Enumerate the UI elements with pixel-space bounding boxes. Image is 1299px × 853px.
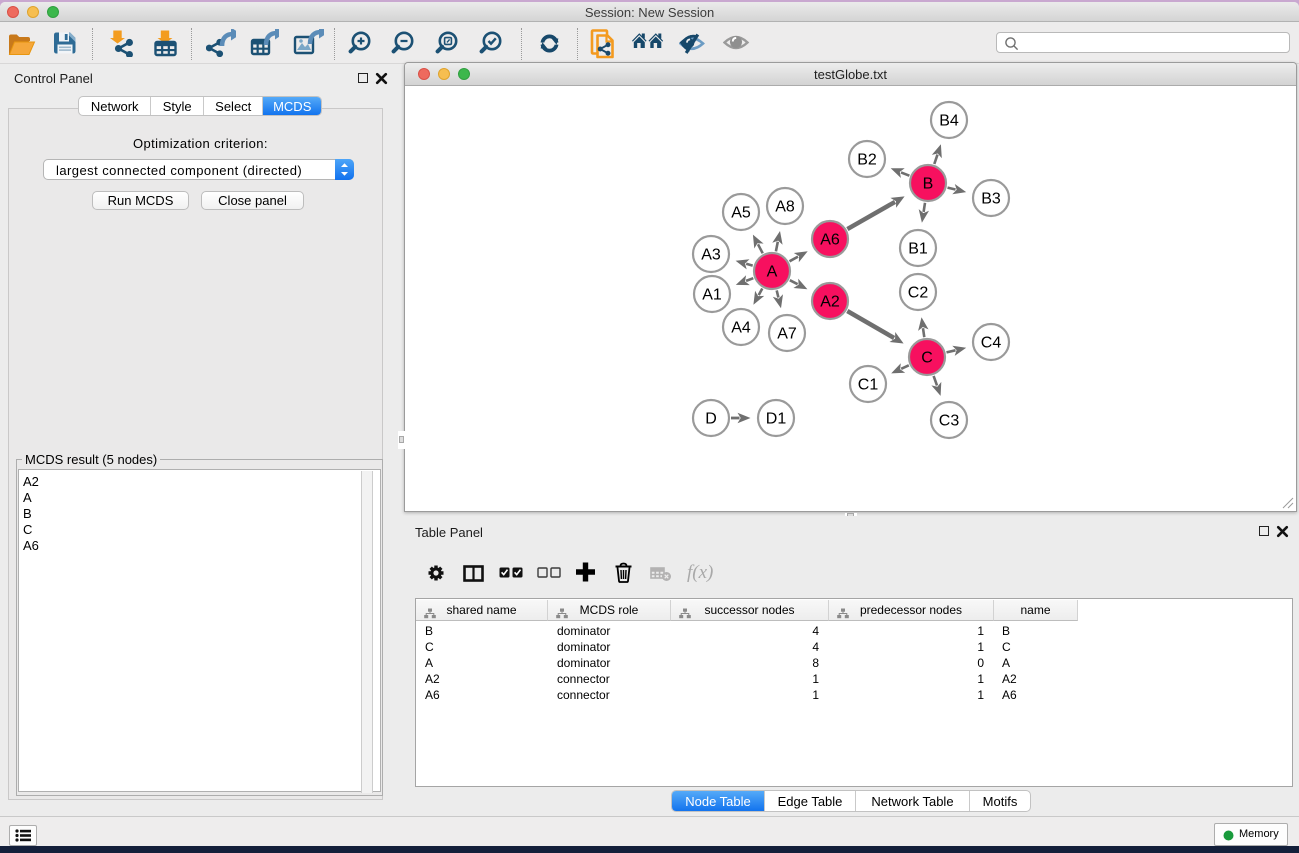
svg-text:B2: B2 xyxy=(857,152,877,169)
svg-text:A5: A5 xyxy=(731,205,751,222)
svg-text:A1: A1 xyxy=(702,287,722,304)
svg-text:C4: C4 xyxy=(981,335,1002,352)
svg-text:C3: C3 xyxy=(939,413,960,430)
svg-text:A3: A3 xyxy=(701,247,721,264)
svg-text:B3: B3 xyxy=(981,191,1001,208)
svg-text:C1: C1 xyxy=(858,377,879,394)
svg-text:D: D xyxy=(705,411,717,428)
svg-text:B: B xyxy=(923,176,934,193)
svg-text:D1: D1 xyxy=(766,411,787,428)
svg-text:A: A xyxy=(767,264,778,281)
svg-text:A4: A4 xyxy=(731,320,751,337)
svg-text:A2: A2 xyxy=(820,294,840,311)
svg-text:B1: B1 xyxy=(908,241,928,258)
svg-text:A8: A8 xyxy=(775,199,795,216)
svg-text:A6: A6 xyxy=(820,232,840,249)
svg-text:B4: B4 xyxy=(939,113,959,130)
svg-text:C2: C2 xyxy=(908,285,929,302)
svg-text:C: C xyxy=(921,350,933,367)
svg-text:A7: A7 xyxy=(777,326,797,343)
